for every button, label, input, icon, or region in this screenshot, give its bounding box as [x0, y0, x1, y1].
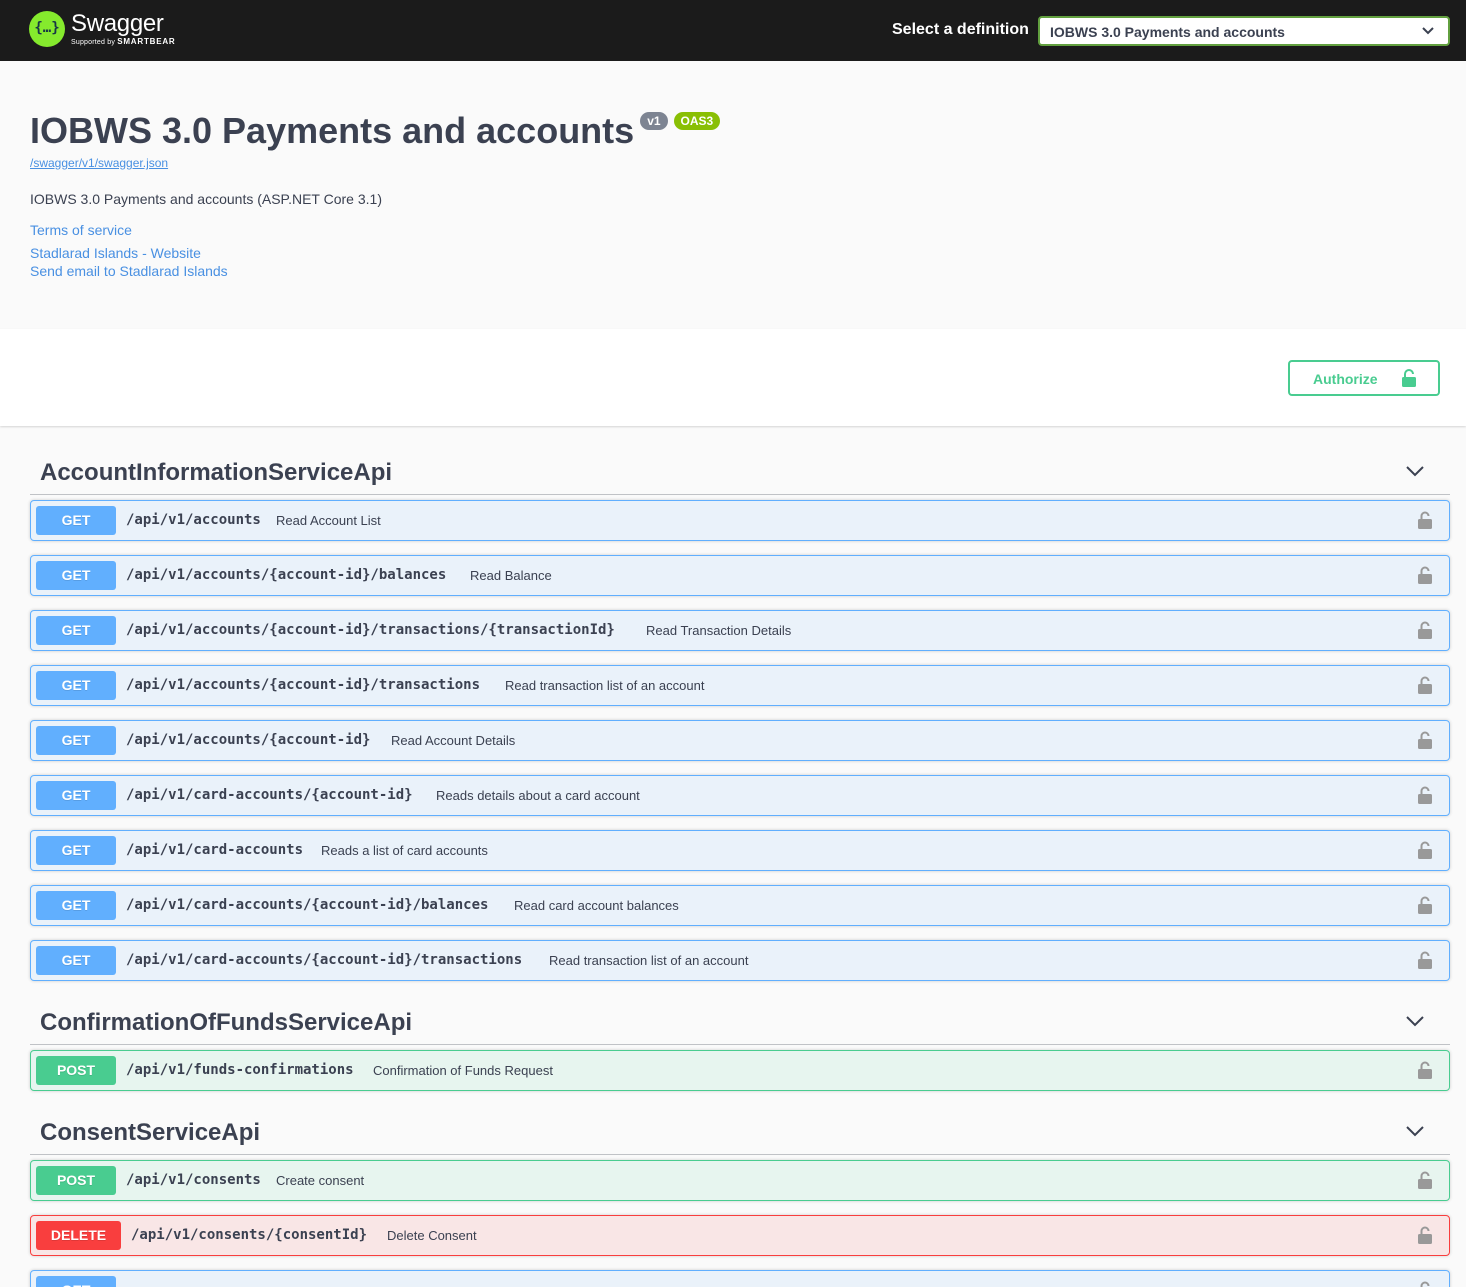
- swagger-logo[interactable]: {…} Swagger Supported by SMARTBEAR: [29, 11, 176, 48]
- method-badge: GET: [36, 946, 116, 975]
- website-link[interactable]: Stadlarad Islands - Website: [30, 245, 201, 261]
- operation-row[interactable]: GET /api/v1/accounts/{account-id}/balanc…: [30, 555, 1450, 596]
- unlocked-padlock-icon: [1402, 369, 1416, 387]
- operation-path: /api/v1/card-accounts: [126, 842, 304, 858]
- unlocked-padlock-icon[interactable]: [1418, 565, 1432, 585]
- chevron-down-icon[interactable]: [1406, 465, 1424, 477]
- operation-path: /api/v1/consents/{consentId}: [131, 1227, 368, 1243]
- operation-summary: Create consent: [276, 1173, 365, 1188]
- unlocked-padlock-icon[interactable]: [1418, 620, 1432, 640]
- logo-text: Swagger Supported by SMARTBEAR: [71, 11, 176, 48]
- unlocked-padlock-icon[interactable]: [1418, 895, 1432, 915]
- operation-path: /api/v1/accounts: [126, 512, 261, 528]
- operation-path: /api/v1/accounts/{account-id}: [126, 732, 371, 748]
- unlocked-padlock-icon[interactable]: [1418, 675, 1432, 695]
- method-badge: GET: [36, 726, 116, 755]
- operation-summary: Read transaction list of an account: [549, 953, 749, 968]
- tag-name: AccountInformationServiceApi: [40, 459, 393, 486]
- chevron-down-icon[interactable]: [1406, 1015, 1424, 1027]
- unlocked-padlock-icon[interactable]: [1418, 1280, 1432, 1287]
- oas-badge: OAS3: [673, 112, 721, 130]
- tag-section-account-information[interactable]: AccountInformationServiceApi: [30, 447, 1450, 495]
- tag-section-consent[interactable]: ConsentServiceApi: [30, 1107, 1450, 1155]
- method-badge: GET: [36, 781, 116, 810]
- chevron-down-icon: [1422, 27, 1434, 35]
- brand-name: Swagger: [71, 10, 164, 37]
- operation-path: /api/v1/accounts/{account-id}/balances: [126, 567, 447, 583]
- operation-row[interactable]: POST /api/v1/funds-confirmations Confirm…: [30, 1050, 1450, 1091]
- page-title: IOBWS 3.0 Payments and accounts: [30, 110, 635, 151]
- unlocked-padlock-icon[interactable]: [1418, 510, 1432, 530]
- swagger-logo-icon: {…}: [29, 11, 65, 47]
- operation-row[interactable]: GET /api/v1/card-accounts/{account-id}/t…: [30, 940, 1450, 981]
- chevron-down-icon[interactable]: [1406, 1125, 1424, 1137]
- operation-row[interactable]: GET /api/v1/accounts Read Account List: [30, 500, 1450, 541]
- email-link[interactable]: Send email to Stadlarad Islands: [30, 263, 228, 279]
- operation-row[interactable]: GET /api/v1/card-accounts/{account-id} R…: [30, 775, 1450, 816]
- operation-row[interactable]: GET /api/v1/card-accounts/{account-id}/b…: [30, 885, 1450, 926]
- unlocked-padlock-icon[interactable]: [1418, 1060, 1432, 1080]
- operation-summary: Read card account balances: [514, 898, 679, 913]
- authorize-button[interactable]: Authorize: [1288, 360, 1440, 396]
- terms-of-service-link[interactable]: Terms of service: [30, 222, 132, 238]
- unlocked-padlock-icon[interactable]: [1418, 950, 1432, 970]
- operation-path: /api/v1/accounts/{account-id}/transactio…: [126, 622, 615, 638]
- info-section: IOBWS 3.0 Payments and accounts v1 OAS3 …: [0, 61, 1466, 329]
- method-badge: GET: [36, 506, 116, 535]
- operation-summary: Delete Consent: [387, 1228, 477, 1243]
- operation-summary: Read Transaction Details: [646, 623, 792, 638]
- title-row: IOBWS 3.0 Payments and accounts v1 OAS3: [30, 110, 721, 151]
- definition-select[interactable]: IOBWS 3.0 Payments and accounts: [1038, 16, 1450, 46]
- operation-summary: Read Balance: [470, 568, 552, 583]
- definition-select-value: IOBWS 3.0 Payments and accounts: [1050, 24, 1285, 40]
- brand-sub: Supported by SMARTBEAR: [71, 37, 176, 48]
- operation-path: /api/v1/card-accounts/{account-id}/balan…: [126, 897, 489, 913]
- operation-row[interactable]: GET /api/v1/accounts/{account-id}/transa…: [30, 610, 1450, 651]
- smartbear-text: SMARTBEAR: [117, 37, 176, 46]
- operation-summary: Reads a list of card accounts: [321, 843, 488, 858]
- method-badge: POST: [36, 1056, 116, 1085]
- unlocked-padlock-icon[interactable]: [1418, 840, 1432, 860]
- operation-row[interactable]: GET /api/v1/accounts/{account-id}/transa…: [30, 665, 1450, 706]
- tag-section-confirmation-of-funds[interactable]: ConfirmationOfFundsServiceApi: [30, 997, 1450, 1045]
- method-badge: GET: [36, 836, 116, 865]
- operation-row[interactable]: DELETE /api/v1/consents/{consentId} Dele…: [30, 1215, 1450, 1256]
- operation-summary: Reads details about a card account: [436, 788, 640, 803]
- operation-row[interactable]: POST /api/v1/consents Create consent: [30, 1160, 1450, 1201]
- unlocked-padlock-icon[interactable]: [1418, 1225, 1432, 1245]
- operation-path: /api/v1/funds-confirmations: [126, 1062, 354, 1078]
- operation-path: /api/v1/card-accounts/{account-id}/trans…: [126, 952, 523, 968]
- method-badge: GET: [36, 561, 116, 590]
- operation-summary: Read Account List: [276, 513, 381, 528]
- method-badge: POST: [36, 1166, 116, 1195]
- operation-row[interactable]: GET /api/v1/card-accounts Reads a list o…: [30, 830, 1450, 871]
- method-badge: GET: [36, 891, 116, 920]
- operation-row[interactable]: GET: [30, 1270, 1450, 1287]
- operation-summary: Confirmation of Funds Request: [373, 1063, 553, 1078]
- operation-path: /api/v1/card-accounts/{account-id}: [126, 787, 413, 803]
- operation-summary: Read Account Details: [391, 733, 516, 748]
- method-badge: DELETE: [36, 1221, 121, 1250]
- operation-path: /api/v1/consents: [126, 1172, 261, 1188]
- tag-name: ConsentServiceApi: [40, 1119, 261, 1146]
- authorize-label: Authorize: [1313, 371, 1378, 387]
- method-badge: GET: [36, 616, 116, 645]
- operation-summary: Read transaction list of an account: [505, 678, 705, 693]
- operation-path: /api/v1/accounts/{account-id}/transactio…: [126, 677, 481, 693]
- unlocked-padlock-icon[interactable]: [1418, 1170, 1432, 1190]
- select-definition-label: Select a definition: [892, 21, 1029, 38]
- topbar: {…} Swagger Supported by SMARTBEAR Selec…: [0, 0, 1466, 61]
- scheme-container: Authorize: [0, 329, 1466, 426]
- swagger-json-link[interactable]: /swagger/v1/swagger.json: [30, 156, 168, 170]
- tag-name: ConfirmationOfFundsServiceApi: [40, 1009, 413, 1036]
- method-badge: GET: [36, 671, 116, 700]
- api-description: IOBWS 3.0 Payments and accounts (ASP.NET…: [30, 191, 382, 207]
- method-badge: GET: [36, 1276, 116, 1287]
- operation-row[interactable]: GET /api/v1/accounts/{account-id} Read A…: [30, 720, 1450, 761]
- version-badge: v1: [640, 112, 668, 130]
- brand-sub-text: Supported by: [71, 39, 116, 46]
- unlocked-padlock-icon[interactable]: [1418, 730, 1432, 750]
- unlocked-padlock-icon[interactable]: [1418, 785, 1432, 805]
